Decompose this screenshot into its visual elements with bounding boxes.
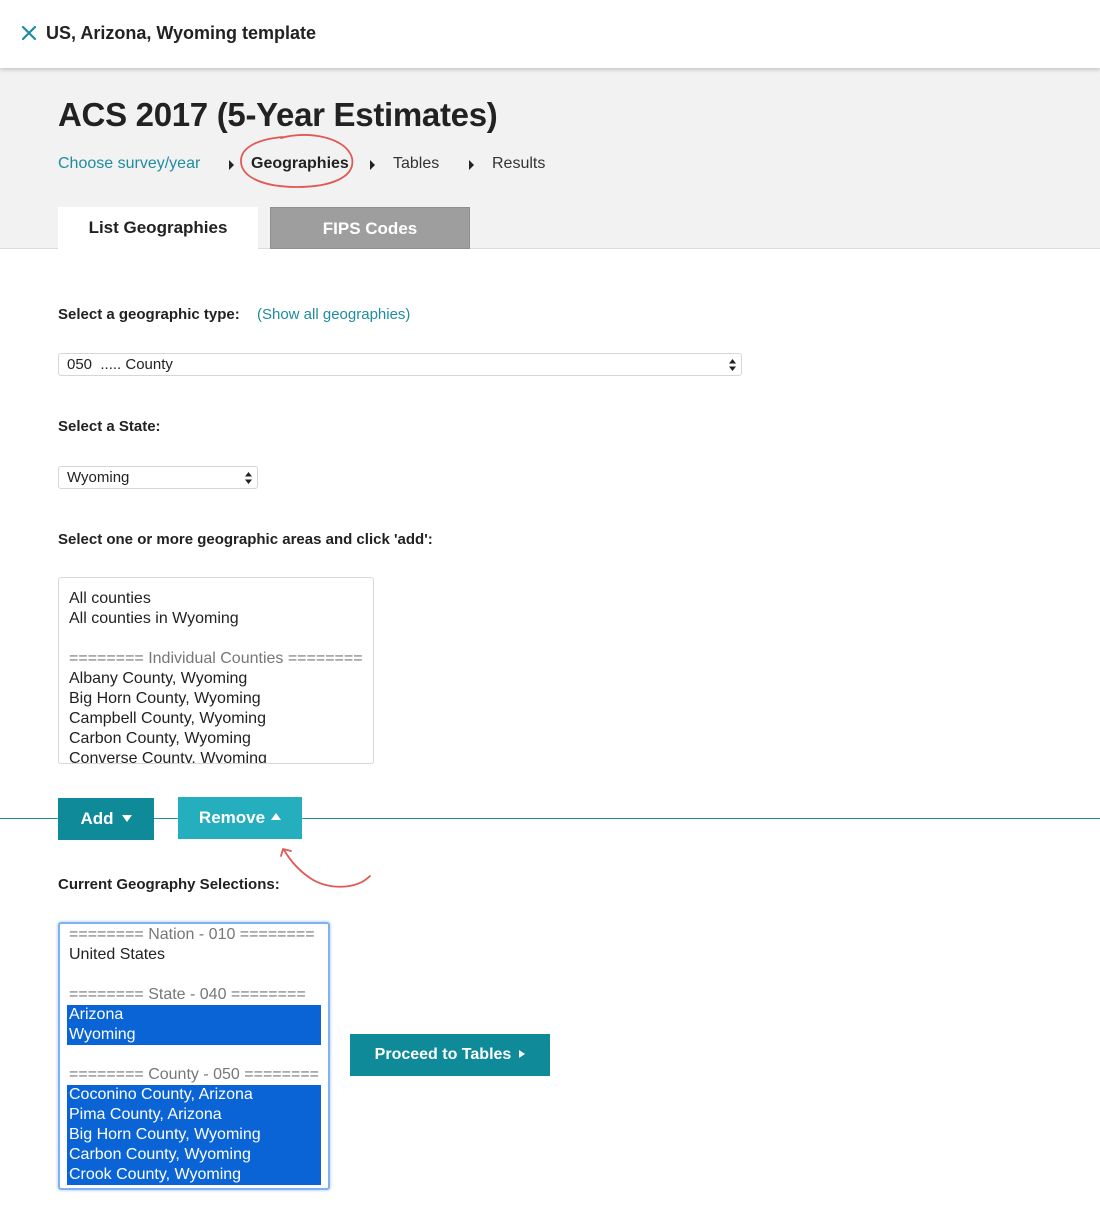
list-item[interactable]: Converse County, Wyoming <box>59 749 373 763</box>
list-item[interactable]: Carbon County, Wyoming <box>59 729 373 749</box>
state-label: Select a State: <box>58 418 161 435</box>
curved-arrow-annotation <box>280 848 371 888</box>
list-item[interactable]: Albany County, Wyoming <box>59 669 373 689</box>
geo-type-label: Select a geographic type: <box>58 306 240 323</box>
show-all-geographies-link[interactable]: (Show all geographies) <box>257 306 410 323</box>
list-item-selected[interactable]: Coconino County, Arizona <box>67 1085 321 1105</box>
breadcrumb-results: Results <box>492 155 546 172</box>
caret-up-icon <box>271 813 282 821</box>
template-title: US, Arizona, Wyoming template <box>46 23 317 43</box>
state-select-value: Wyoming <box>67 469 130 486</box>
proceed-to-tables-button[interactable]: Proceed to Tables <box>350 1034 550 1076</box>
list-item[interactable]: Big Horn County, Wyoming <box>59 689 373 709</box>
state-select[interactable]: Wyoming <box>58 466 258 489</box>
section-divider <box>0 818 1100 819</box>
list-separator: ======== Nation - 010 ======== <box>69 926 315 943</box>
list-separator: ======== Individual Counties ======== <box>69 650 363 667</box>
breadcrumb-arrow-icon <box>370 160 375 170</box>
add-button[interactable]: Add <box>58 798 154 840</box>
geographic-areas-listbox[interactable]: All counties All counties in Wyoming ===… <box>58 577 374 764</box>
list-item-selected[interactable]: Carbon County, Wyoming <box>67 1145 321 1165</box>
proceed-button-label: Proceed to Tables <box>374 1046 512 1063</box>
breadcrumb-arrow-icon <box>469 160 474 170</box>
remove-button-label: Remove <box>198 808 266 827</box>
survey-title: ACS 2017 (5-Year Estimates) <box>58 96 498 133</box>
top-bar: US, Arizona, Wyoming template <box>0 0 1100 68</box>
caret-down-icon <box>121 814 132 822</box>
areas-label: Select one or more geographic areas and … <box>58 531 433 548</box>
breadcrumb-arrow-icon <box>229 160 234 170</box>
add-button-label: Add <box>80 809 114 828</box>
tab-list-geographies[interactable]: List Geographies <box>58 207 258 250</box>
list-item-selected[interactable]: Arizona <box>67 1005 321 1025</box>
remove-button[interactable]: Remove <box>178 797 302 839</box>
breadcrumb-choose-survey[interactable]: Choose survey/year <box>58 155 200 173</box>
select-arrows-icon <box>729 359 736 371</box>
geo-type-select-value: 050 ..... County <box>67 356 173 373</box>
geo-type-select[interactable]: 050 ..... County <box>58 353 742 376</box>
select-arrows-icon <box>245 472 252 484</box>
tab-fips-codes[interactable]: FIPS Codes <box>270 207 470 249</box>
breadcrumb-tables: Tables <box>393 155 440 172</box>
caret-right-icon <box>519 1049 526 1058</box>
current-selections-listbox[interactable]: ======== Nation - 010 ======== United St… <box>58 922 330 1190</box>
list-item[interactable]: All counties in Wyoming <box>59 609 373 629</box>
list-separator: ======== County - 050 ======== <box>69 1066 319 1083</box>
list-separator: ======== State - 040 ======== <box>69 986 306 1003</box>
circle-annotation <box>240 134 354 188</box>
list-item[interactable]: Campbell County, Wyoming <box>59 709 373 729</box>
list-item[interactable]: All counties <box>59 589 373 609</box>
list-item-selected[interactable]: Wyoming <box>67 1025 321 1045</box>
list-item-selected[interactable]: Big Horn County, Wyoming <box>67 1125 321 1145</box>
current-selections-label: Current Geography Selections: <box>58 876 280 893</box>
list-item-selected[interactable]: Crook County, Wyoming <box>67 1165 321 1185</box>
list-item-selected[interactable]: Pima County, Arizona <box>67 1105 321 1125</box>
header-band: ACS 2017 (5-Year Estimates) Choose surve… <box>0 68 1100 250</box>
close-icon[interactable] <box>20 24 38 42</box>
list-item[interactable]: United States <box>60 945 328 965</box>
